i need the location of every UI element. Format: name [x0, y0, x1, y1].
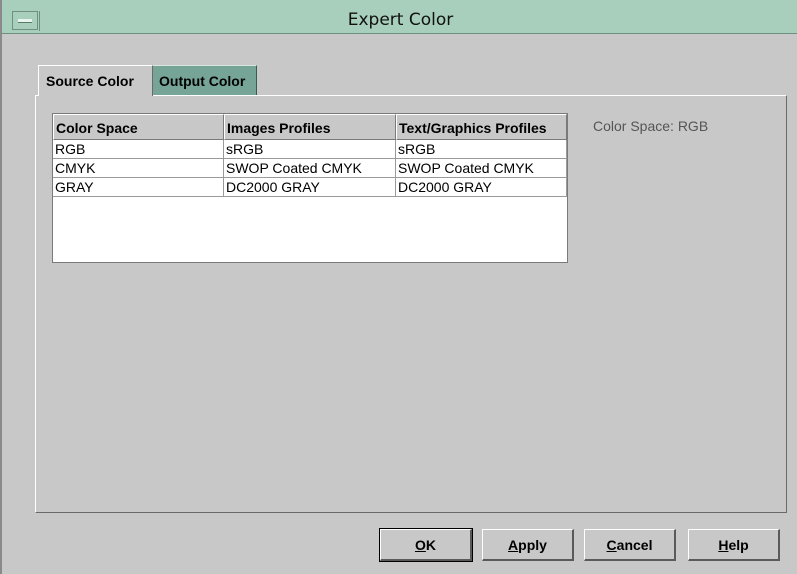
table-cell[interactable]: DC2000 GRAY: [224, 178, 396, 197]
color-profile-table[interactable]: Color Space Images Profiles Text/Graphic…: [52, 113, 568, 263]
table-cell[interactable]: GRAY: [53, 178, 224, 197]
tab-output-color[interactable]: Output Color: [152, 65, 257, 95]
apply-button[interactable]: Apply: [482, 529, 574, 561]
ok-mnemonic: O: [414, 537, 426, 553]
table-cell[interactable]: SWOP Coated CMYK: [224, 159, 396, 178]
help-mnemonic: H: [718, 537, 729, 553]
cancel-button[interactable]: Cancel: [584, 529, 676, 561]
expert-color-dialog: Expert Color Source Color Output Color C…: [0, 0, 797, 574]
color-space-info: Color Space: RGB: [593, 118, 709, 134]
apply-mnemonic: A: [508, 537, 519, 553]
table-cell[interactable]: sRGB: [396, 140, 567, 159]
column-header-text-graphics-profiles[interactable]: Text/Graphics Profiles: [396, 114, 567, 140]
ok-label-rest: K: [425, 537, 436, 553]
table-cell[interactable]: DC2000 GRAY: [396, 178, 567, 197]
ok-button[interactable]: OK: [379, 528, 473, 562]
table-cell[interactable]: SWOP Coated CMYK: [396, 159, 567, 178]
cancel-label-rest: ancel: [616, 537, 653, 553]
table-cell[interactable]: CMYK: [53, 159, 224, 178]
table-cell[interactable]: sRGB: [224, 140, 396, 159]
cancel-mnemonic: C: [606, 537, 617, 553]
column-header-color-space[interactable]: Color Space: [53, 114, 224, 140]
window-title: Expert Color: [347, 10, 454, 30]
title-bar[interactable]: Expert Color: [2, 0, 797, 34]
column-header-images-profiles[interactable]: Images Profiles: [224, 114, 396, 140]
table-cell[interactable]: RGB: [53, 140, 224, 159]
tab-source-color[interactable]: Source Color: [38, 65, 153, 96]
help-label-rest: elp: [728, 537, 749, 553]
help-button[interactable]: Help: [688, 529, 780, 561]
apply-label-rest: pply: [518, 537, 547, 553]
